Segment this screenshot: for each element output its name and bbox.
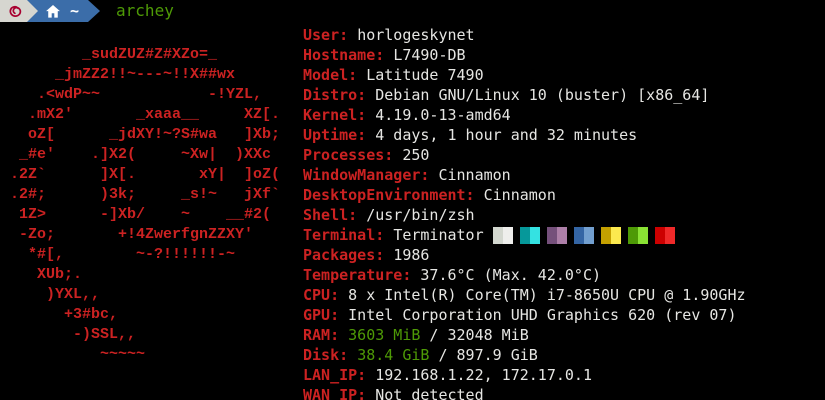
info-value: 192.168.1.22, 172.17.0.1: [375, 366, 592, 384]
palette-swatch: [611, 227, 621, 244]
info-row-hostname: Hostname: L7490-DB: [303, 45, 825, 65]
palette-swatch: [638, 227, 648, 244]
palette-swatch: [665, 227, 675, 244]
info-row-desktopenvironment: DesktopEnvironment: Cinnamon: [303, 185, 825, 205]
info-row-gpu: GPU: Intel Corporation UHD Graphics 620 …: [303, 305, 825, 325]
info-value: Intel Corporation UHD Graphics 620 (rev …: [348, 306, 736, 324]
info-label: LAN_IP:: [303, 366, 375, 384]
info-value: Debian GNU/Linux 10 (buster) [x86_64]: [375, 86, 709, 104]
info-value: 8 x Intel(R) Core(TM) i7-8650U CPU @ 1.9…: [348, 286, 745, 304]
prompt-distro-segment: [0, 0, 27, 22]
info-row-wan_ip: WAN_IP: Not detected: [303, 385, 825, 400]
info-value: / 897.9 GiB: [429, 346, 537, 364]
info-row-lan_ip: LAN_IP: 192.168.1.22, 172.17.0.1: [303, 365, 825, 385]
palette-swatch-pair: [520, 227, 540, 244]
prompt-path-segment: ~: [27, 0, 88, 22]
debian-ascii-logo: _sudZUZ#Z#XZo=_ _jmZZ2!!~---~!!X##wx .<w…: [0, 45, 303, 365]
command-text: archey: [116, 0, 174, 22]
palette-swatch-pair: [601, 227, 621, 244]
terminal-color-palette: [493, 227, 675, 244]
palette-swatch: [493, 227, 503, 244]
info-row-disk: Disk: 38.4 GiB / 897.9 GiB: [303, 345, 825, 365]
info-row-user: User: horlogeskynet: [303, 25, 825, 45]
info-label: GPU:: [303, 306, 348, 324]
shell-prompt: ~ archey: [0, 0, 825, 22]
palette-swatch: [520, 227, 530, 244]
info-label: Temperature:: [303, 266, 420, 284]
info-label: Uptime:: [303, 126, 375, 144]
info-value: Latitude 7490: [366, 66, 483, 84]
palette-swatch-pair: [574, 227, 594, 244]
info-value: L7490-DB: [393, 46, 465, 64]
info-value: /usr/bin/zsh: [366, 206, 474, 224]
system-info-list: User: horlogeskynetHostname: L7490-DBMod…: [303, 25, 825, 400]
palette-swatch: [530, 227, 540, 244]
info-row-model: Model: Latitude 7490: [303, 65, 825, 85]
palette-swatch: [503, 227, 513, 244]
info-value: 3603 MiB: [348, 326, 420, 344]
info-row-kernel: Kernel: 4.19.0-13-amd64: [303, 105, 825, 125]
palette-swatch: [655, 227, 665, 244]
info-value: Cinnamon: [438, 166, 510, 184]
palette-swatch: [574, 227, 584, 244]
debian-swirl-icon: [5, 3, 22, 20]
prompt-path-tilde: ~: [70, 2, 79, 20]
info-value: 37.6°C (Max. 42.0°C): [420, 266, 601, 284]
info-label: Model:: [303, 66, 366, 84]
palette-swatch: [584, 227, 594, 244]
info-label: DesktopEnvironment:: [303, 186, 484, 204]
info-value: Not detected: [375, 386, 483, 400]
info-value: / 32048 MiB: [420, 326, 528, 344]
info-row-windowmanager: WindowManager: Cinnamon: [303, 165, 825, 185]
palette-swatch-pair: [655, 227, 675, 244]
info-value: Terminator: [393, 226, 483, 244]
info-value: 250: [402, 146, 429, 164]
info-label: Shell:: [303, 206, 366, 224]
powerline-separator-icon: [88, 0, 100, 22]
palette-swatch: [557, 227, 567, 244]
info-row-packages: Packages: 1986: [303, 245, 825, 265]
info-row-shell: Shell: /usr/bin/zsh: [303, 205, 825, 225]
info-row-processes: Processes: 250: [303, 145, 825, 165]
info-label: Processes:: [303, 146, 402, 164]
info-row-uptime: Uptime: 4 days, 1 hour and 32 minutes: [303, 125, 825, 145]
info-label: User:: [303, 26, 357, 44]
palette-swatch: [628, 227, 638, 244]
archey-output: _sudZUZ#Z#XZo=_ _jmZZ2!!~---~!!X##wx .<w…: [0, 22, 825, 400]
info-row-temperature: Temperature: 37.6°C (Max. 42.0°C): [303, 265, 825, 285]
info-value: 4 days, 1 hour and 32 minutes: [375, 126, 637, 144]
info-row-ram: RAM: 3603 MiB / 32048 MiB: [303, 325, 825, 345]
info-value: 4.19.0-13-amd64: [375, 106, 510, 124]
info-label: Distro:: [303, 86, 375, 104]
home-icon: [46, 5, 60, 18]
powerline-separator-icon: [27, 0, 38, 22]
palette-swatch: [547, 227, 557, 244]
info-label: Disk:: [303, 346, 357, 364]
palette-swatch-pair: [547, 227, 567, 244]
info-label: Packages:: [303, 246, 393, 264]
info-label: CPU:: [303, 286, 348, 304]
terminal-window[interactable]: ~ archey _sudZUZ#Z#XZo=_ _jmZZ2!!~---~!!…: [0, 0, 825, 400]
info-label: WindowManager:: [303, 166, 438, 184]
info-value: 38.4 GiB: [357, 346, 429, 364]
palette-swatch-pair: [493, 227, 513, 244]
palette-swatch: [601, 227, 611, 244]
info-value: horlogeskynet: [357, 26, 474, 44]
info-label: Terminal:: [303, 226, 393, 244]
info-label: Hostname:: [303, 46, 393, 64]
info-label: RAM:: [303, 326, 348, 344]
info-row-terminal: Terminal: Terminator: [303, 225, 825, 245]
info-row-distro: Distro: Debian GNU/Linux 10 (buster) [x8…: [303, 85, 825, 105]
info-row-cpu: CPU: 8 x Intel(R) Core(TM) i7-8650U CPU …: [303, 285, 825, 305]
palette-swatch-pair: [628, 227, 648, 244]
info-label: WAN_IP:: [303, 386, 375, 400]
info-label: Kernel:: [303, 106, 375, 124]
info-value: Cinnamon: [484, 186, 556, 204]
info-value: 1986: [393, 246, 429, 264]
